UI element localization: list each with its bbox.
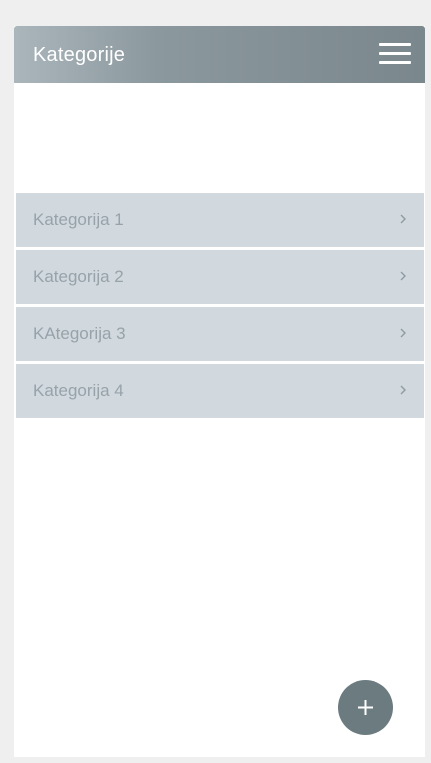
list-item-label: Kategorija 4	[33, 381, 124, 400]
plus-icon	[358, 700, 373, 715]
menu-line	[379, 43, 411, 46]
list-item-category-3[interactable]: KAtegorija 3	[16, 307, 424, 361]
page-title: Kategorije	[33, 44, 126, 66]
chevron-right-icon	[400, 328, 406, 338]
list-item-category-2[interactable]: Kategorija 2	[16, 250, 424, 304]
chevron-right-icon	[400, 214, 406, 224]
list-item-label: Kategorija 2	[33, 267, 124, 286]
app-bar: Kategorije	[14, 26, 425, 83]
category-list: Kategorija 1 Kategorija 2 KAtegorija 3 K…	[16, 193, 424, 421]
menu-line	[379, 52, 411, 55]
menu-line	[379, 61, 411, 64]
list-item-label: Kategorija 1	[33, 210, 124, 229]
list-item-label: KAtegorija 3	[33, 324, 126, 343]
app-screen: Kategorije Kategorija 1 Kategorija 2 KAt…	[14, 26, 425, 757]
chevron-right-icon	[400, 271, 406, 281]
list-item-category-4[interactable]: Kategorija 4	[16, 364, 424, 418]
chevron-right-icon	[400, 385, 406, 395]
hamburger-menu-icon[interactable]	[379, 43, 411, 65]
add-category-button[interactable]	[338, 680, 393, 735]
list-item-category-1[interactable]: Kategorija 1	[16, 193, 424, 247]
